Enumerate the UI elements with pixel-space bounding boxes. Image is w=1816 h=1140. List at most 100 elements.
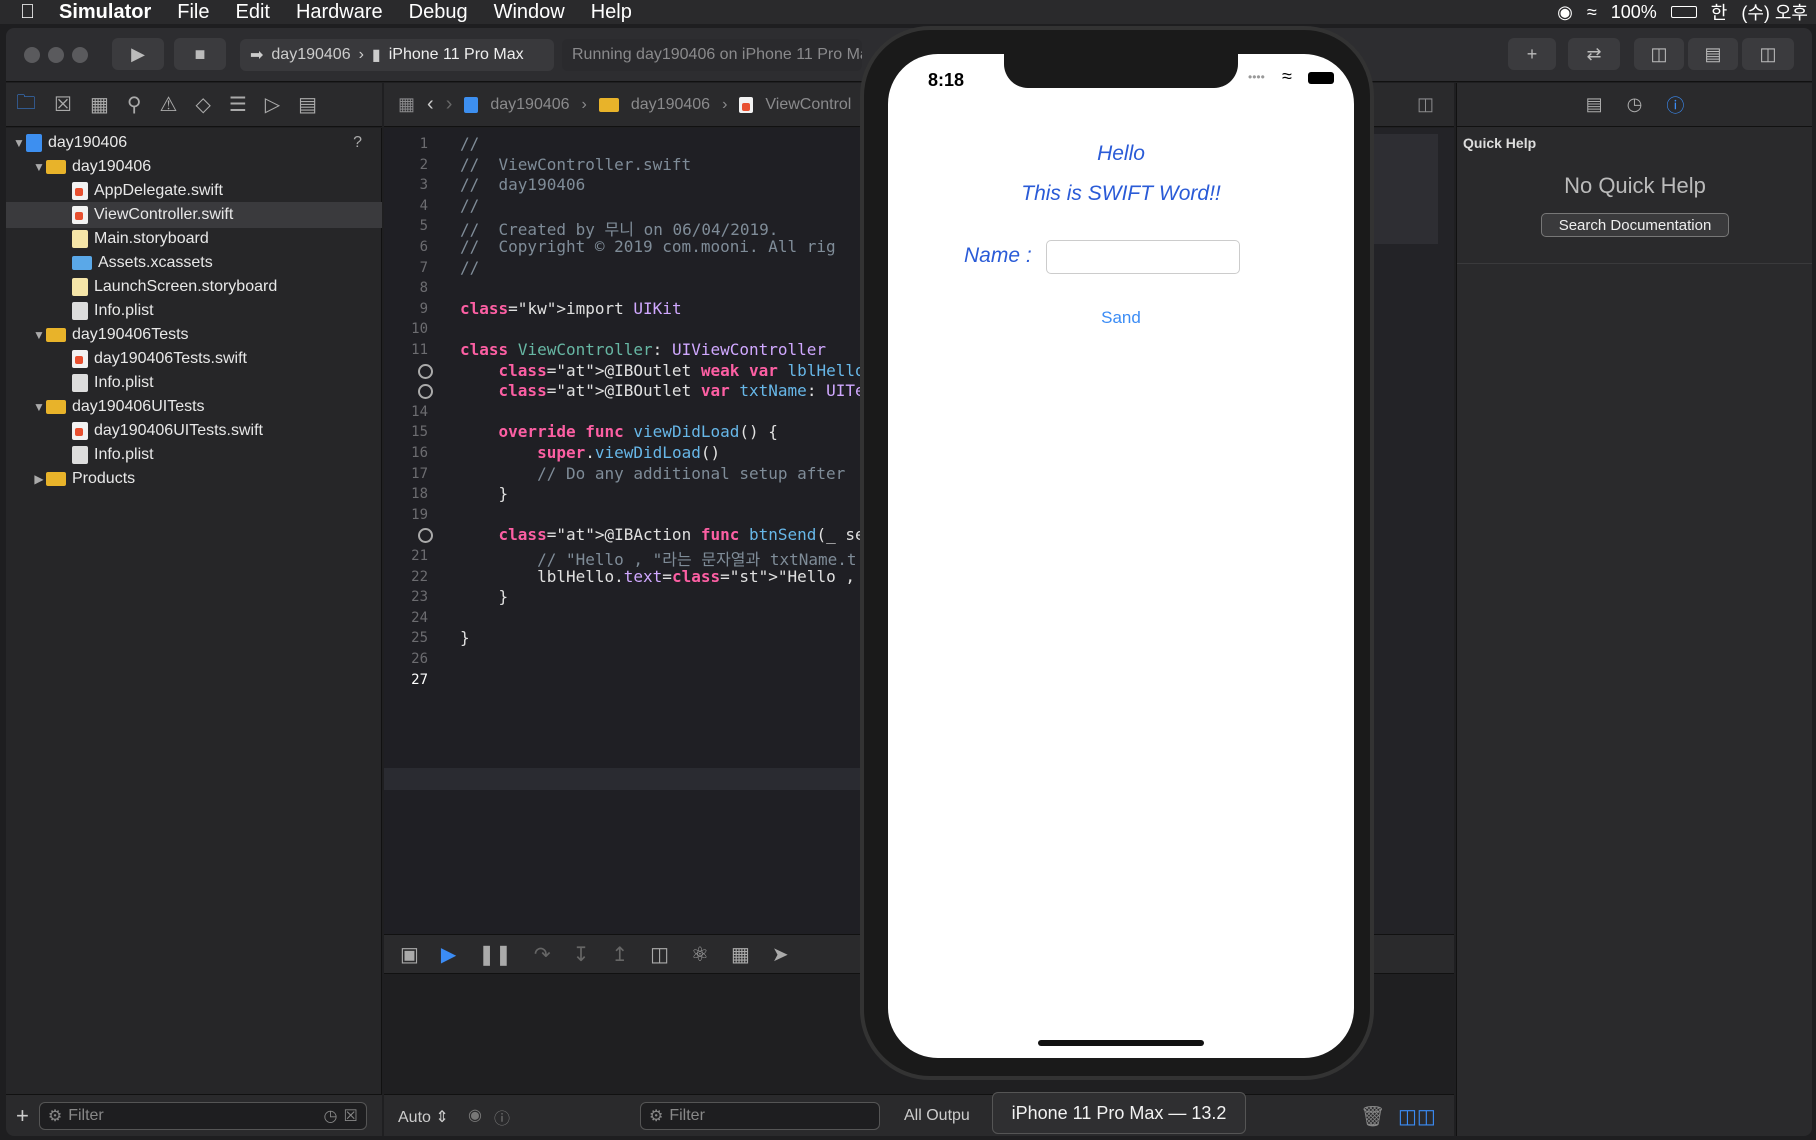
close-window-button[interactable] <box>24 47 40 63</box>
info-icon[interactable]: ⓘ <box>494 1105 510 1129</box>
nav-row-group-products[interactable]: ▶ Products <box>6 466 382 492</box>
code-line[interactable]: override func viewDidLoad() { <box>460 422 778 441</box>
apple-icon[interactable]:  <box>20 1 35 24</box>
nav-row-group-tests[interactable]: ▼ day190406Tests <box>6 322 382 348</box>
jump-crumb[interactable]: day190406 <box>490 96 569 114</box>
code-line[interactable]: class="kw">import UIKit <box>460 299 682 318</box>
disclosure-down-icon[interactable]: ▼ <box>32 160 46 174</box>
nav-row-file[interactable]: Assets.xcassets <box>6 250 382 276</box>
nav-row-file[interactable]: Main.storyboard <box>6 226 382 252</box>
zoom-window-button[interactable] <box>72 47 88 63</box>
code-line[interactable]: // <box>460 196 479 215</box>
report-icon[interactable]: ▤ <box>298 92 317 117</box>
step-into-icon[interactable]: ↧ <box>573 942 590 967</box>
search-icon[interactable]: ⚲ <box>127 92 142 117</box>
nav-row-group-uitests[interactable]: ▼ day190406UITests <box>6 394 382 420</box>
history-inspector-icon[interactable]: ◷ <box>1627 94 1643 115</box>
hide-debug-area-icon[interactable]: ▣ <box>400 942 419 967</box>
menu-file[interactable]: File <box>177 1 209 24</box>
nav-row-file-selected[interactable]: ViewController.swift <box>6 202 382 228</box>
toggle-debug-area-button[interactable]: ▤ <box>1688 38 1738 70</box>
code-line[interactable]: // day190406 <box>460 175 585 194</box>
code-line[interactable]: // <box>460 258 479 277</box>
menu-edit[interactable]: Edit <box>235 1 269 24</box>
jump-crumb[interactable]: day190406 <box>631 96 710 114</box>
symbol-icon[interactable]: ▦ <box>90 92 109 117</box>
split-console-icon[interactable]: ◫◫ <box>1398 1104 1436 1129</box>
home-indicator[interactable] <box>1038 1040 1204 1046</box>
breakpoint-icon[interactable]: ▷ <box>265 92 280 117</box>
step-out-icon[interactable]: ↥ <box>611 942 628 967</box>
memory-graph-icon[interactable]: ⚛ <box>691 942 709 967</box>
code-line[interactable]: // <box>460 134 479 153</box>
name-text-field[interactable] <box>1046 240 1240 274</box>
related-items-icon[interactable]: ▦ <box>398 94 415 115</box>
nav-row-file[interactable]: day190406UITests.swift <box>6 418 382 444</box>
code-line[interactable]: super.viewDidLoad() <box>460 443 720 462</box>
run-button[interactable]: ▶ <box>112 38 164 70</box>
nav-row-file[interactable]: Info.plist <box>6 442 382 468</box>
nav-row-file[interactable]: AppDelegate.swift <box>6 178 382 204</box>
view-hierarchy-icon[interactable]: ◫ <box>650 942 669 967</box>
minimize-window-button[interactable] <box>48 47 64 63</box>
search-documentation-button[interactable]: Search Documentation <box>1541 213 1729 237</box>
nav-row-file[interactable]: day190406Tests.swift <box>6 346 382 372</box>
step-over-icon[interactable]: ↷ <box>534 942 551 967</box>
source-control-icon[interactable]: ☒ <box>54 92 72 117</box>
code-line[interactable]: } <box>460 628 470 647</box>
stop-button[interactable]: ■ <box>174 38 226 70</box>
menu-window[interactable]: Window <box>494 1 565 24</box>
pause-icon[interactable]: ❚❚ <box>478 942 512 967</box>
code-line[interactable]: // Do any additional setup after <box>460 464 845 483</box>
source-control-filter-icon[interactable]: ☒ <box>344 1106 358 1126</box>
debug-icon[interactable]: ☰ <box>229 92 247 117</box>
disclosure-down-icon[interactable]: ▼ <box>32 328 46 342</box>
code-review-button[interactable]: ⇄ <box>1568 38 1620 70</box>
menu-hardware[interactable]: Hardware <box>296 1 383 24</box>
breakpoints-toggle-icon[interactable]: ▶ <box>441 942 456 967</box>
navigator-filter-input[interactable]: ⚙ Filter ◷ ☒ <box>38 1101 367 1130</box>
wifi-icon[interactable]: ≈ <box>1587 2 1597 23</box>
recent-files-icon[interactable]: ◷ <box>324 1106 338 1126</box>
environment-overrides-icon[interactable]: ▦ <box>731 942 750 967</box>
battery-icon[interactable] <box>1670 6 1697 18</box>
notification-icon[interactable]: ◉ <box>1557 2 1573 23</box>
toggle-navigator-button[interactable]: ◫ <box>1634 38 1684 70</box>
code-line[interactable]: } <box>460 484 509 503</box>
console-output-selector[interactable]: All Outpu <box>904 1107 984 1125</box>
folder-icon[interactable]: 🗀 <box>16 88 36 122</box>
plus-icon[interactable]: + <box>16 1103 29 1129</box>
quick-help-icon[interactable]: ⓘ <box>1666 92 1684 118</box>
jump-crumb[interactable]: ViewControl <box>765 96 851 114</box>
location-icon[interactable]: ➤ <box>772 942 789 967</box>
trash-icon[interactable]: 🗑 <box>1360 1104 1385 1129</box>
back-icon[interactable]: ‹ <box>427 93 434 116</box>
simulator-screen[interactable]: 8:18 •••• ≈ Hello This is SWIFT Word!! N… <box>888 54 1354 1058</box>
scheme-selector[interactable]: ➡ day190406 › ▮ iPhone 11 Pro Max <box>240 39 554 71</box>
file-inspector-icon[interactable]: ▤ <box>1586 94 1603 115</box>
code-line[interactable]: // Copyright © 2019 com.mooni. All rig <box>460 237 836 256</box>
menu-clock[interactable]: (수) 오후 <box>1741 0 1808 25</box>
nav-row-file[interactable]: Info.plist <box>6 298 382 324</box>
input-method[interactable]: 한 <box>1711 0 1728 25</box>
toggle-inspector-button[interactable]: ◫ <box>1742 38 1794 70</box>
forward-icon[interactable]: › <box>446 93 453 116</box>
send-button[interactable]: Sand <box>888 308 1354 328</box>
code-line[interactable]: // ViewController.swift <box>460 155 691 174</box>
code-line[interactable]: } <box>460 587 509 606</box>
variables-scope-selector[interactable]: Auto ⇕ <box>398 1107 449 1127</box>
test-icon[interactable]: ◇ <box>195 92 210 117</box>
disclosure-down-icon[interactable]: ▼ <box>32 400 46 414</box>
code-line[interactable]: class ViewController: UIViewController <box>460 340 826 359</box>
warning-icon[interactable]: ⚠ <box>160 92 178 117</box>
add-editor-icon[interactable]: ◫ <box>1417 94 1434 115</box>
nav-row-group-main[interactable]: ▼ day190406 <box>6 154 382 180</box>
nav-row-file[interactable]: Info.plist <box>6 370 382 396</box>
variables-filter-input[interactable]: ⚙ Filter <box>640 1102 880 1130</box>
eye-icon[interactable]: ◉ <box>468 1105 482 1125</box>
menu-debug[interactable]: Debug <box>409 1 468 24</box>
disclosure-down-icon[interactable]: ▼ <box>12 136 26 150</box>
menu-app-name[interactable]: Simulator <box>59 1 151 24</box>
nav-row-file[interactable]: LaunchScreen.storyboard <box>6 274 382 300</box>
library-button[interactable]: + <box>1508 38 1556 70</box>
